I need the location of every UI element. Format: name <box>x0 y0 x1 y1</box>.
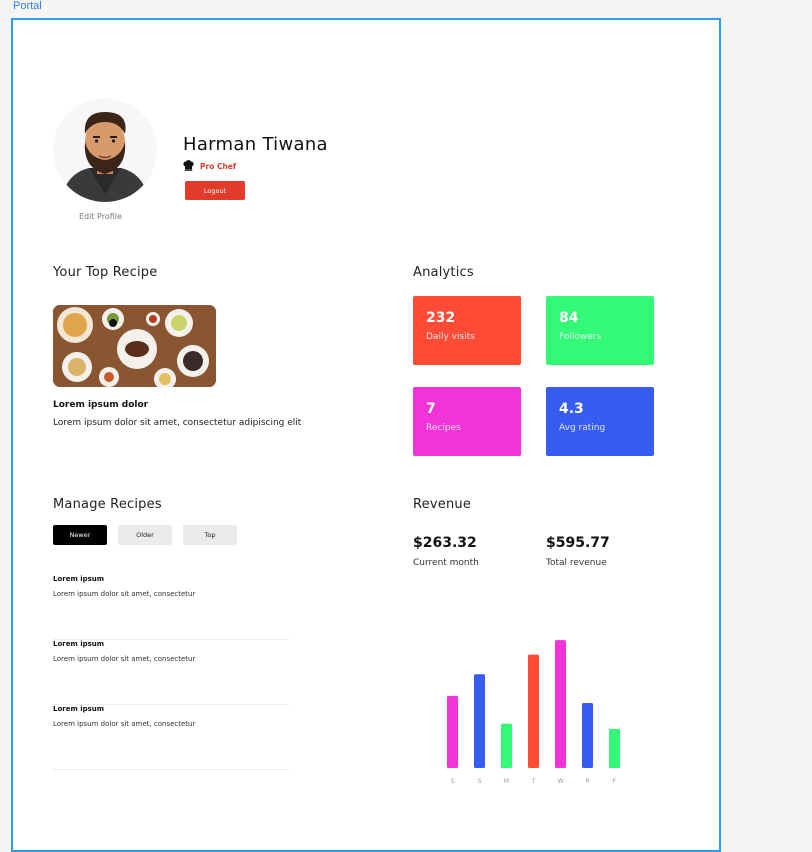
list-item[interactable]: Lorem ipsum Lorem ipsum dolor sit amet, … <box>53 640 289 705</box>
edit-profile-link[interactable]: Edit Profile <box>79 212 122 221</box>
revenue-heading: Revenue <box>413 497 472 512</box>
revenue-bar <box>447 695 458 768</box>
daily-visits-value: 232 <box>426 310 456 326</box>
x-tick-label: M <box>504 778 509 785</box>
list-item-title: Lorem ipsum <box>53 575 105 583</box>
avg-rating-card[interactable]: 4.3 Avg rating <box>546 387 654 456</box>
avg-rating-value: 4.3 <box>559 401 584 417</box>
revenue-bar <box>528 654 539 768</box>
list-item-description: Lorem ipsum dolor sit amet, consectetur <box>53 590 196 598</box>
followers-label: Followers <box>559 332 602 342</box>
pro-chef-badge: Pro Chef <box>200 162 237 171</box>
logout-button[interactable]: Logout <box>185 181 245 200</box>
daily-visits-label: Daily visits <box>426 332 475 342</box>
revenue-bar <box>474 674 485 768</box>
x-tick-label: S <box>478 778 482 785</box>
list-item-description: Lorem ipsum dolor sit amet, consectetur <box>53 655 196 663</box>
analytics-heading: Analytics <box>413 265 474 280</box>
daily-visits-card[interactable]: 232 Daily visits <box>413 296 521 365</box>
current-month-value: $263.32 <box>413 535 477 551</box>
revenue-bar <box>501 723 512 768</box>
tab-top[interactable]: Top <box>183 525 237 545</box>
followers-value: 84 <box>559 310 579 326</box>
recipes-card[interactable]: 7 Recipes <box>413 387 521 456</box>
x-tick-label: S <box>451 778 455 785</box>
avatar[interactable] <box>53 98 157 202</box>
chef-portrait-icon <box>61 112 149 202</box>
tab-older[interactable]: Older <box>118 525 172 545</box>
current-month-label: Current month <box>413 558 479 568</box>
followers-card[interactable]: 84 Followers <box>546 296 654 365</box>
recipes-value: 7 <box>426 401 436 417</box>
list-item[interactable]: Lorem ipsum Lorem ipsum dolor sit amet, … <box>53 705 289 770</box>
portal-frame: Edit Profile Harman Tiwana Pro Chef Logo… <box>11 18 721 852</box>
list-item-title: Lorem ipsum <box>53 640 105 648</box>
top-recipe-description: Lorem ipsum dolor sit amet, consectetur … <box>53 418 302 428</box>
list-item-description: Lorem ipsum dolor sit amet, consectetur <box>53 720 196 728</box>
top-recipe-title: Lorem ipsum dolor <box>53 400 149 410</box>
revenue-bar-chart: SSMTWRF <box>447 640 620 785</box>
chef-hat-icon <box>183 160 194 171</box>
food-platter-icon <box>53 305 216 387</box>
list-item-title: Lorem ipsum <box>53 705 105 713</box>
x-tick-label: R <box>585 778 589 785</box>
revenue-bar <box>555 640 566 768</box>
recipes-label: Recipes <box>426 423 461 433</box>
profile-name: Harman Tiwana <box>183 134 328 155</box>
tab-newer[interactable]: Newer <box>53 525 107 545</box>
avg-rating-label: Avg rating <box>559 423 606 433</box>
revenue-bar <box>609 728 620 768</box>
total-revenue-value: $595.77 <box>546 535 610 551</box>
revenue-bar <box>582 703 593 768</box>
x-tick-label: F <box>613 778 617 785</box>
manage-recipes-heading: Manage Recipes <box>53 497 162 512</box>
portal-label[interactable]: Portal <box>13 0 42 12</box>
list-item[interactable]: Lorem ipsum Lorem ipsum dolor sit amet, … <box>53 575 289 640</box>
total-revenue-label: Total revenue <box>546 558 607 568</box>
x-tick-label: W <box>558 778 564 785</box>
top-recipe-heading: Your Top Recipe <box>53 265 158 280</box>
recipe-image[interactable] <box>53 305 216 387</box>
x-tick-label: T <box>531 778 536 785</box>
